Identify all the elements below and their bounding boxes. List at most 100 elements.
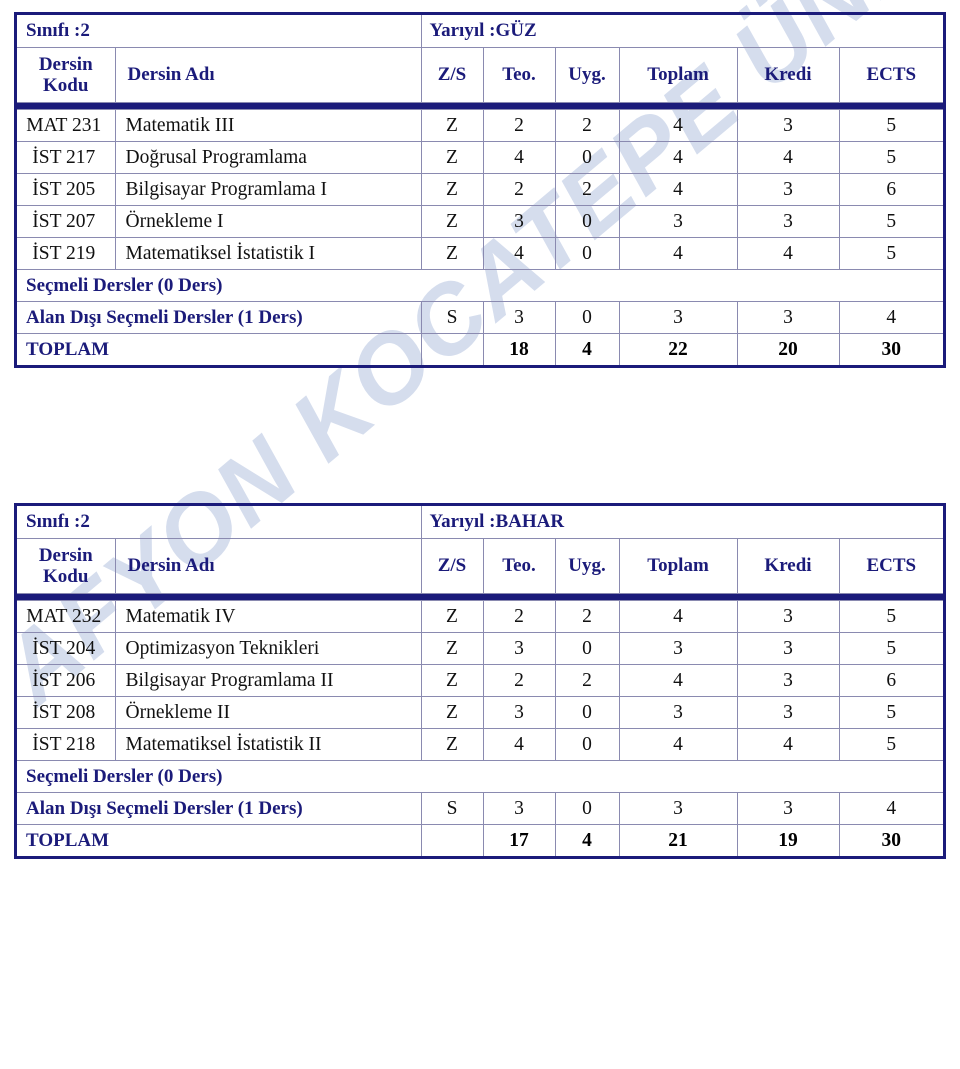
- cell-dersin-adi: Doğrusal Programlama: [114, 141, 422, 174]
- cell-dersin-adi: Matematiksel İstatistik II: [114, 728, 422, 761]
- alan-disi-secmeli-row: Alan Dışı Seçmeli Dersler (1 Ders) S 3 0…: [17, 301, 944, 334]
- yariyil-label: Yarıyıl :GÜZ: [421, 15, 944, 48]
- yariyil-label: Yarıyıl :BAHAR: [421, 506, 944, 539]
- cell-teo: 4: [482, 141, 556, 174]
- cell-zs: Z: [420, 728, 484, 761]
- cell-dersin-adi: Matematik IV: [114, 600, 422, 633]
- table-row: MAT 232 Matematik IV Z 2 2 4 3 5: [17, 600, 944, 633]
- cell-uyg: 0: [554, 632, 620, 665]
- cell-teo: 4: [482, 237, 556, 270]
- cell-kredi: 4: [736, 728, 840, 761]
- secmeli-dersler-label: Seçmeli Dersler (0 Ders): [17, 760, 944, 793]
- cell-teo: 3: [482, 205, 556, 238]
- toplam-toplam: 21: [618, 824, 738, 856]
- cell-uyg: 0: [554, 728, 620, 761]
- cell-toplam: 3: [618, 696, 738, 729]
- alan-disi-zs: S: [420, 301, 484, 334]
- table-row: İST 205 Bilgisayar Programlama I Z 2 2 4…: [17, 173, 944, 206]
- secmeli-dersler-row: Seçmeli Dersler (0 Ders): [17, 269, 944, 302]
- col-header-line1: Dersin: [38, 544, 93, 566]
- cell-ects: 5: [838, 600, 944, 633]
- toplam-uyg: 4: [554, 824, 620, 856]
- cell-zs: Z: [420, 205, 484, 238]
- table-row: İST 206 Bilgisayar Programlama II Z 2 2 …: [17, 664, 944, 697]
- toplam-ects: 30: [838, 824, 944, 856]
- cell-toplam: 3: [618, 205, 738, 238]
- cell-uyg: 0: [554, 141, 620, 174]
- toplam-teo: 17: [482, 824, 556, 856]
- cell-zs: Z: [420, 696, 484, 729]
- cell-teo: 2: [482, 664, 556, 697]
- banner-row: Sınıfı :2 Yarıyıl :GÜZ: [17, 15, 944, 48]
- toplam-label: TOPLAM: [17, 333, 422, 365]
- col-header-zs: Z/S: [420, 538, 484, 594]
- cell-toplam: 4: [618, 664, 738, 697]
- toplam-kredi: 20: [736, 333, 840, 365]
- cell-dersin-kodu: İST 208: [17, 696, 116, 729]
- table-row: İST 217 Doğrusal Programlama Z 4 0 4 4 5: [17, 141, 944, 174]
- cell-kredi: 3: [736, 205, 840, 238]
- cell-ects: 5: [838, 237, 944, 270]
- toplam-row: TOPLAM 18 4 22 20 30: [17, 333, 944, 365]
- col-header-line1: Dersin: [38, 53, 93, 75]
- alan-disi-zs: S: [420, 792, 484, 825]
- toplam-uyg: 4: [554, 333, 620, 365]
- cell-dersin-kodu: İST 206: [17, 664, 116, 697]
- alan-disi-secmeli-row: Alan Dışı Seçmeli Dersler (1 Ders) S 3 0…: [17, 792, 944, 825]
- cell-zs: Z: [420, 664, 484, 697]
- cell-dersin-kodu: İST 219: [17, 237, 116, 270]
- col-header-kredi: Kredi: [736, 538, 840, 594]
- cell-teo: 3: [482, 632, 556, 665]
- cell-dersin-kodu: İST 218: [17, 728, 116, 761]
- col-header-toplam: Toplam: [618, 538, 738, 594]
- col-header-dersin-adi: Dersin Adı: [114, 538, 422, 594]
- col-header-line2: Kodu: [43, 566, 89, 587]
- table-row: İST 204 Optimizasyon Teknikleri Z 3 0 3 …: [17, 632, 944, 665]
- cell-dersin-adi: Örnekleme I: [114, 205, 422, 238]
- alan-disi-teo: 3: [482, 301, 556, 334]
- alan-disi-kredi: 3: [736, 792, 840, 825]
- cell-uyg: 0: [554, 696, 620, 729]
- cell-zs: Z: [420, 632, 484, 665]
- cell-kredi: 3: [736, 173, 840, 206]
- cell-dersin-kodu: İST 207: [17, 205, 116, 238]
- cell-dersin-adi: Bilgisayar Programlama I: [114, 173, 422, 206]
- cell-ects: 5: [838, 109, 944, 142]
- alan-disi-ects: 4: [838, 792, 944, 825]
- cell-toplam: 3: [618, 632, 738, 665]
- toplam-label: TOPLAM: [17, 824, 422, 856]
- cell-dersin-adi: Matematiksel İstatistik I: [114, 237, 422, 270]
- cell-ects: 5: [838, 141, 944, 174]
- col-header-dersin-kodu: Dersin Kodu: [17, 47, 116, 103]
- cell-uyg: 2: [554, 664, 620, 697]
- cell-kredi: 3: [736, 109, 840, 142]
- cell-kredi: 3: [736, 696, 840, 729]
- course-table: Sınıfı :2 Yarıyıl :GÜZ Dersin Kodu Dersi…: [17, 15, 944, 365]
- column-header-row: Dersin Kodu Dersin Adı Z/S Teo. Uyg. Top…: [17, 47, 944, 103]
- col-header-dersin-adi: Dersin Adı: [114, 47, 422, 103]
- cell-zs: Z: [420, 109, 484, 142]
- cell-teo: 3: [482, 696, 556, 729]
- col-header-uyg: Uyg.: [554, 538, 620, 594]
- col-header-dersin-kodu: Dersin Kodu: [17, 538, 116, 594]
- alan-disi-teo: 3: [482, 792, 556, 825]
- banner-row: Sınıfı :2 Yarıyıl :BAHAR: [17, 506, 944, 539]
- col-header-line2: Kodu: [43, 75, 89, 96]
- table-row: İST 208 Örnekleme II Z 3 0 3 3 5: [17, 696, 944, 729]
- col-header-teo: Teo.: [482, 47, 556, 103]
- cell-ects: 5: [838, 696, 944, 729]
- cell-dersin-adi: Örnekleme II: [114, 696, 422, 729]
- cell-uyg: 2: [554, 173, 620, 206]
- cell-teo: 4: [482, 728, 556, 761]
- cell-uyg: 0: [554, 237, 620, 270]
- cell-ects: 5: [838, 728, 944, 761]
- cell-zs: Z: [420, 600, 484, 633]
- toplam-zs: [420, 824, 484, 856]
- cell-kredi: 3: [736, 600, 840, 633]
- cell-toplam: 4: [618, 728, 738, 761]
- alan-disi-toplam: 3: [618, 792, 738, 825]
- toplam-ects: 30: [838, 333, 944, 365]
- cell-kredi: 4: [736, 141, 840, 174]
- course-table: Sınıfı :2 Yarıyıl :BAHAR Dersin Kodu Der…: [17, 506, 944, 856]
- cell-dersin-adi: Matematik III: [114, 109, 422, 142]
